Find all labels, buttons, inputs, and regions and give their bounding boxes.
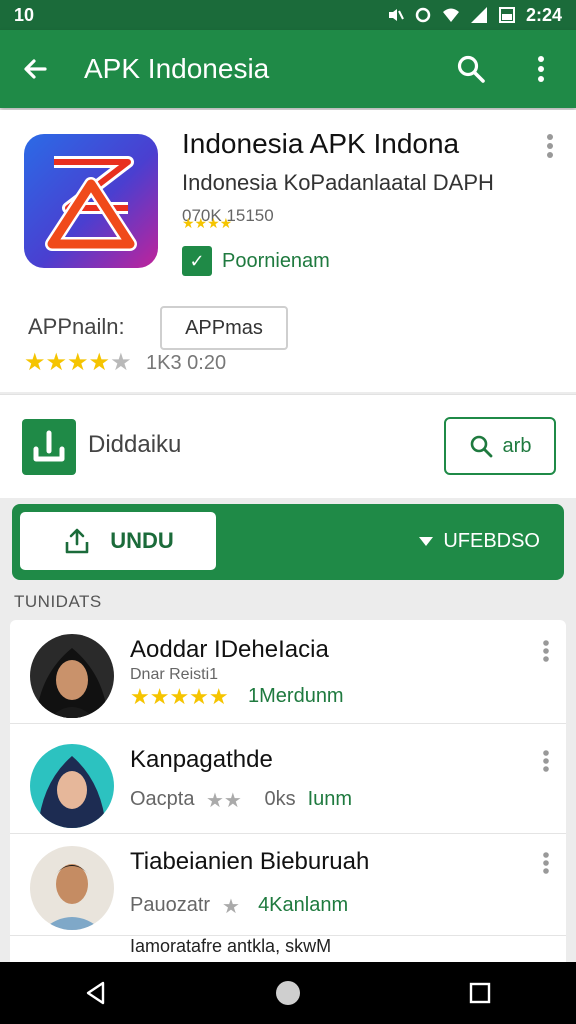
reviewer-sub: Pauozatr xyxy=(130,894,211,916)
back-button[interactable] xyxy=(0,30,70,108)
app-label: APPnailn: xyxy=(28,314,125,339)
avatar xyxy=(30,846,114,930)
battery-icon xyxy=(498,7,515,23)
install-label: Diddaiku xyxy=(88,431,182,458)
review-meta: 1Merdunm xyxy=(248,684,344,707)
nav-back-button[interactable] xyxy=(66,963,126,1023)
reviewer-name: Aoddar IDeheIacia xyxy=(130,636,329,663)
reviewer-sub: Dnar Reisti1 xyxy=(130,666,219,683)
download-icon[interactable] xyxy=(22,419,76,475)
reviewer-name: Kanpagathde xyxy=(130,746,273,773)
mute-icon xyxy=(388,9,404,21)
status-time: 2:24 xyxy=(525,4,562,25)
more-vert-icon xyxy=(543,640,549,662)
overflow-menu-button[interactable] xyxy=(506,30,576,108)
nav-recents-icon xyxy=(469,982,491,1004)
review-meta-green: Iunm xyxy=(307,788,353,810)
svg-text:★★: ★★ xyxy=(206,789,242,811)
app-bar-title: APK Indonesia xyxy=(84,53,270,84)
banner-dropdown[interactable]: UFEBDSO xyxy=(419,530,540,553)
verified-badge: ✓ Poornienam xyxy=(182,246,330,276)
nav-home-button[interactable] xyxy=(258,963,318,1023)
app-header-card: Indonesia APK Indona Indonesia KoPadanla… xyxy=(0,110,576,392)
review-meta: 0ks xyxy=(264,788,296,810)
app-mini-rating: ★★★★ xyxy=(182,216,242,235)
svg-text:★: ★ xyxy=(222,895,240,917)
install-search-label: arb xyxy=(502,434,532,457)
item-more-button[interactable] xyxy=(542,852,550,879)
arrow-back-icon xyxy=(24,59,47,79)
review-list: Aoddar IDeheIacia Dnar Reisti1 ★★★★★ 1Me… xyxy=(10,620,566,962)
more-vert-icon xyxy=(543,852,549,874)
card-more-button[interactable] xyxy=(546,134,554,163)
svg-text:★★★★★: ★★★★★ xyxy=(130,685,229,708)
avatar xyxy=(30,634,114,718)
wifi-icon xyxy=(442,8,459,22)
app-title: Indonesia APK Indona xyxy=(182,128,460,159)
review-meta: 4Kanlanm xyxy=(258,894,349,916)
more-vert-icon xyxy=(547,134,553,158)
list-item[interactable]: Kanpagathde Oacpta ★★ 0ks Iunm xyxy=(10,730,566,834)
sync-icon xyxy=(415,7,431,23)
rating-stars: ★★★★★ xyxy=(130,685,229,708)
section-header: TUNIDATS xyxy=(14,592,102,611)
reviewer-sub: Oacpta xyxy=(130,788,195,810)
search-icon xyxy=(457,55,485,83)
install-search-button[interactable]: arb xyxy=(444,417,556,475)
list-item[interactable]: Aoddar IDeheIacia Dnar Reisti1 ★★★★★ 1Me… xyxy=(10,620,566,724)
app-secondary-button[interactable]: APPmas xyxy=(160,306,288,350)
app-logo-icon[interactable] xyxy=(24,134,158,268)
checkmark-icon: ✓ xyxy=(182,246,212,276)
undu-label: UNDU xyxy=(110,528,174,553)
dropdown-triangle-icon xyxy=(419,537,434,546)
search-icon xyxy=(470,435,492,458)
rating-stars: ★★ xyxy=(206,789,242,811)
list-item[interactable]: Tiabeianien Bieburuah Pauozatr ★ 4Kanlan… xyxy=(10,832,566,936)
reviewer-name: Tiabeianien Bieburuah xyxy=(130,848,370,875)
banner-secondary-label: UFEBDSO xyxy=(443,530,540,552)
item-more-button[interactable] xyxy=(542,750,550,777)
signal-icon xyxy=(470,7,487,23)
app-developer: Indonesia KoPadanlaatal DAPH xyxy=(182,170,494,195)
more-vert-icon xyxy=(538,56,544,82)
badge-label: Poornienam xyxy=(222,249,330,272)
app-bar: APK Indonesia xyxy=(0,30,576,108)
avatar xyxy=(30,744,114,828)
app-rating-meta: 1K3 0:20 xyxy=(146,352,227,374)
status-left-text: 10 xyxy=(14,4,35,25)
item-more-button[interactable] xyxy=(542,640,550,667)
system-nav-bar xyxy=(0,962,576,1024)
undu-button[interactable]: UNDU xyxy=(20,512,216,570)
svg-text:★★★★: ★★★★ xyxy=(182,216,232,230)
nav-home-icon xyxy=(276,981,300,1005)
search-button[interactable] xyxy=(436,30,506,108)
more-vert-icon xyxy=(543,750,549,772)
svg-text:★★★★★: ★★★★★ xyxy=(24,350,132,374)
action-banner: UNDU UFEBDSO xyxy=(12,504,564,580)
list-item-partial: Iamoratafre antkla, skwM xyxy=(130,936,332,956)
share-upload-icon xyxy=(65,528,89,554)
nav-recents-button[interactable] xyxy=(450,963,510,1023)
install-row: Diddaiku arb xyxy=(0,394,576,498)
app-rating-stars: ★★★★★ xyxy=(24,350,136,374)
status-bar: 10 2:24 xyxy=(0,0,576,30)
rating-stars: ★ xyxy=(222,895,240,917)
nav-back-icon xyxy=(86,981,105,1005)
